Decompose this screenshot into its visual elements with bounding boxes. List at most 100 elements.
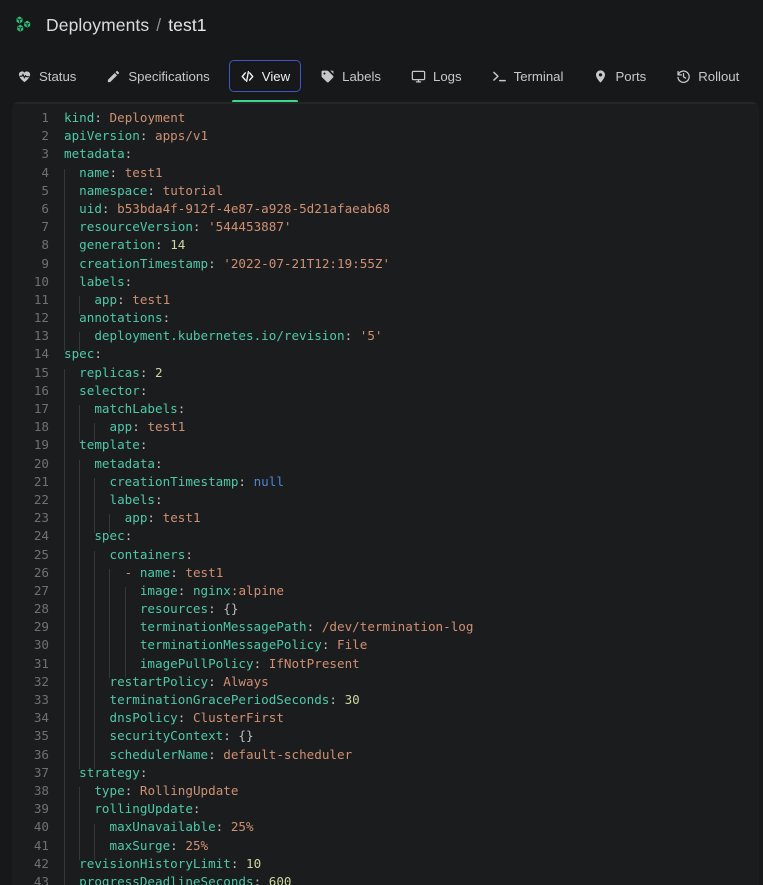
tab-labels-label: Labels (342, 68, 381, 84)
line-number: 40 (33, 819, 49, 835)
line-number: 41 (33, 837, 49, 853)
code-line: creationTimestamp: null (109, 473, 284, 489)
pencil-icon (106, 69, 121, 84)
line-number: 29 (33, 619, 49, 635)
line-number: 10 (33, 273, 49, 289)
line-number: 36 (33, 746, 49, 762)
code-line: restartPolicy: Always (109, 673, 269, 689)
code-line: deployment.kubernetes.io/revision: '5' (94, 328, 383, 344)
code-line: labels: (109, 491, 163, 507)
tab-rollout-label: Rollout (698, 68, 740, 84)
line-number: 7 (41, 219, 49, 235)
code-line: terminationMessagePolicy: File (139, 637, 368, 653)
code-line: app: test1 (94, 291, 171, 307)
code-line: labels: (79, 273, 133, 289)
code-content[interactable]: kind: Deployment apiVersion: apps/v1 metad… (58, 109, 759, 885)
line-number: 9 (41, 255, 49, 271)
line-number: 14 (33, 346, 49, 362)
code-line: spec: (64, 346, 102, 362)
code-line: uid: b53bda4f-912f-4e87-a928-5d21afaeab6… (79, 200, 391, 216)
code-line: generation: 14 (79, 237, 186, 253)
line-number: 32 (33, 673, 49, 689)
line-number: 4 (41, 164, 49, 180)
tab-terminal[interactable]: Terminal (481, 60, 575, 92)
line-number: 26 (33, 564, 49, 580)
tab-rollout[interactable]: Rollout (665, 60, 750, 92)
breadcrumb-leaf: test1 (168, 14, 207, 35)
line-number: 27 (33, 582, 49, 598)
line-number: 2 (41, 128, 49, 144)
code-line: rollingUpdate: (94, 801, 201, 817)
line-number: 35 (33, 728, 49, 744)
line-number: 23 (33, 510, 49, 526)
code-line: type: RollingUpdate (94, 782, 239, 798)
yaml-viewer-panel[interactable]: 1 2 3 4 5 6 7 8 9 10 11 12 13 14 15 16 17 18 19 20 21 22 23 24 2… (12, 102, 759, 885)
line-number: 20 (33, 455, 49, 471)
line-number: 39 (33, 801, 49, 817)
pin-icon (593, 69, 608, 84)
line-number: 42 (33, 855, 49, 871)
code-line: imagePullPolicy: IfNotPresent (139, 655, 360, 671)
code-line: progressDeadlineSeconds: 600 (79, 873, 292, 885)
tab-status[interactable]: Status (6, 60, 87, 92)
line-number: 22 (33, 491, 49, 507)
tab-ports-label: Ports (615, 68, 647, 84)
code-line: terminationGracePeriodSeconds: 30 (109, 692, 360, 707)
code-line: app: test1 (109, 419, 186, 435)
code-line: annotations: (79, 310, 171, 326)
line-number: 6 (41, 200, 49, 216)
line-number: 5 (41, 182, 49, 198)
code-line: replicas: 2 (79, 364, 163, 380)
code-line: dnsPolicy: ClusterFirst (109, 710, 284, 726)
line-number: 8 (41, 237, 49, 253)
code-line: namespace: tutorial (79, 182, 224, 198)
tab-labels[interactable]: Labels (309, 60, 392, 92)
code-line: maxSurge: 25% (109, 837, 209, 853)
line-number: 19 (33, 437, 49, 453)
line-number: 3 (41, 146, 49, 162)
line-number: 21 (33, 473, 49, 489)
code-line: name: test1 (79, 164, 163, 180)
line-number: 18 (33, 419, 49, 435)
line-number: 34 (33, 710, 49, 726)
history-icon (676, 69, 691, 84)
line-number: 37 (33, 764, 49, 780)
line-number: 15 (33, 364, 49, 380)
line-number: 38 (33, 782, 49, 798)
code-line: schedulerName: default-scheduler (109, 746, 353, 762)
line-number: 1 (41, 110, 49, 125)
line-number: 28 (33, 601, 49, 617)
line-number: 24 (33, 528, 49, 544)
code-editor[interactable]: 1 2 3 4 5 6 7 8 9 10 11 12 13 14 15 16 17 18 19 20 21 22 23 24 2… (12, 104, 759, 885)
tab-logs[interactable]: Logs (400, 60, 473, 92)
code-line: spec: (94, 528, 133, 544)
code-line: strategy: (79, 764, 148, 780)
tab-terminal-label: Terminal (513, 68, 564, 84)
tab-status-label: Status (39, 68, 77, 84)
tab-specifications-label: Specifications (128, 68, 210, 84)
code-line: creationTimestamp: '2022-07-21T12:19:55Z… (79, 255, 391, 271)
line-number: 25 (33, 546, 49, 562)
code-line: securityContext: {} (109, 728, 254, 744)
tab-ports[interactable]: Ports (582, 60, 657, 92)
code-line: matchLabels: (94, 401, 186, 416)
tab-bar: Status Specifications View Labels Logs T… (0, 50, 763, 103)
code-icon (240, 69, 255, 84)
code-line: maxUnavailable: 25% (109, 819, 254, 835)
line-number-gutter: 1 2 3 4 5 6 7 8 9 10 11 12 13 14 15 16 17 18 19 20 21 22 23 24 2… (12, 109, 58, 885)
code-line: resourceVersion: '544453887' (79, 219, 292, 235)
breadcrumb-separator: / (156, 14, 162, 35)
tab-view[interactable]: View (228, 60, 302, 103)
monitor-icon (411, 69, 426, 84)
code-line: revisionHistoryLimit: 10 (79, 855, 262, 871)
line-number: 31 (33, 655, 49, 671)
tab-events[interactable]: Events (758, 60, 763, 92)
code-line: template: (79, 437, 148, 453)
code-line: app: test1 (124, 510, 201, 526)
line-number: 33 (33, 692, 49, 707)
line-number: 12 (33, 310, 49, 326)
breadcrumb-root[interactable]: Deployments (46, 15, 149, 36)
tab-specifications[interactable]: Specifications (95, 60, 220, 92)
line-number: 30 (33, 637, 49, 653)
code-line: selector: (79, 382, 148, 398)
